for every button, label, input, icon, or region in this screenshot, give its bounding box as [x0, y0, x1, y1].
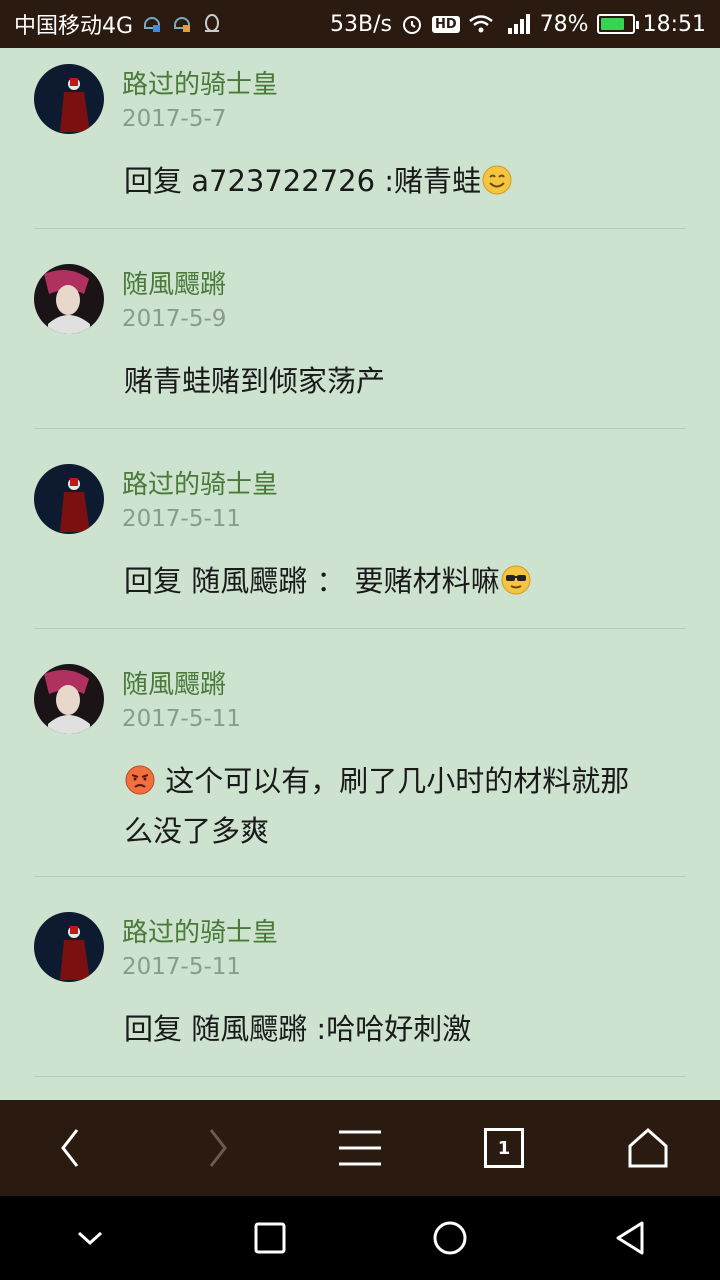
system-back-button[interactable]: [590, 1198, 670, 1278]
comment-text: 赌青蛙赌到倾家荡产: [124, 356, 694, 406]
divider: [34, 876, 686, 877]
comment-username[interactable]: 随風飃蹡: [122, 264, 226, 301]
divider: [34, 1076, 686, 1077]
comment-text-content: 这个可以有，刷了几小时的材料就那: [165, 764, 630, 798]
comment-text-line: 么没了多爽: [124, 814, 270, 848]
battery-icon: [596, 14, 639, 34]
tabs-button[interactable]: 1: [464, 1108, 544, 1188]
comment-text-content: 回复 随風飃蹡 ： 要赌材料嘛: [124, 564, 500, 598]
status-bar-left: 中国移动4G: [14, 8, 223, 40]
knight-avatar[interactable]: [34, 912, 104, 982]
home-button[interactable]: [608, 1108, 688, 1188]
menu-button[interactable]: [320, 1108, 400, 1188]
comment-date: 2017-5-11: [122, 506, 242, 532]
system-nav-bar: [0, 1196, 720, 1280]
forward-button[interactable]: [176, 1108, 256, 1188]
system-home-button[interactable]: [410, 1198, 490, 1278]
comment-text: 回复 随風飃蹡 :哈哈好刺激: [124, 1004, 694, 1054]
sunglasses-emoji-icon: [501, 565, 531, 595]
comment-text-content: 赌青蛙赌到倾家荡产: [124, 364, 386, 398]
divider: [34, 228, 686, 229]
comment-username[interactable]: 路过的骑士皇: [122, 464, 278, 501]
angry-emoji-icon: [125, 765, 155, 795]
comment-username[interactable]: 随風飃蹡: [122, 664, 226, 701]
home-icon: [628, 1127, 668, 1168]
knight-avatar[interactable]: [34, 64, 104, 134]
recents-button[interactable]: [230, 1198, 310, 1278]
notification-icon: [141, 13, 163, 35]
menu-icon: [339, 1130, 381, 1166]
back-triangle-icon: [616, 1221, 644, 1255]
notification-icon: [171, 13, 193, 35]
status-bar-right: 53B/s HD 78% 18:51: [330, 12, 706, 37]
comment-username[interactable]: 路过的骑士皇: [122, 912, 278, 949]
home-circle-icon: [433, 1221, 467, 1255]
status-bar: 中国移动4G 53B/s HD 78% 18:51: [0, 0, 720, 48]
comment-date: 2017-5-7: [122, 106, 227, 132]
comment-date: 2017-5-11: [122, 706, 242, 732]
signal-icon: [502, 13, 532, 35]
clock: 18:51: [642, 11, 706, 37]
divider: [34, 628, 686, 629]
comment-date: 2017-5-11: [122, 954, 242, 980]
knight-avatar[interactable]: [34, 464, 104, 534]
comment-text: 回复 a723722726 :赌青蛙: [124, 156, 694, 206]
recents-icon: [254, 1222, 286, 1254]
redhair-avatar[interactable]: [34, 264, 104, 334]
wifi-icon: [468, 13, 494, 35]
comment-text: 这个可以有，刷了几小时的材料就那 么没了多爽: [124, 756, 694, 856]
divider: [34, 428, 686, 429]
hd-icon: HD: [432, 15, 460, 33]
collapse-icon: [77, 1231, 103, 1246]
comment-list[interactable]: 路过的骑士皇 2017-5-7 回复 a723722726 :赌青蛙 随風飃蹡 …: [0, 48, 720, 1100]
carrier-label: 中国移动4G: [14, 14, 134, 39]
tabs-icon: 1: [484, 1128, 524, 1168]
battery-percent: 78%: [539, 11, 589, 37]
alarm-icon: [400, 12, 424, 36]
comment-date: 2017-5-9: [122, 306, 227, 332]
back-button[interactable]: [32, 1108, 112, 1188]
comment-username[interactable]: 路过的骑士皇: [122, 64, 278, 101]
qq-icon: [201, 13, 223, 35]
redhair-avatar[interactable]: [34, 664, 104, 734]
comment-text-line: 这个可以有，刷了几小时的材料就那: [124, 756, 694, 806]
comment-text: 回复 随風飃蹡 ： 要赌材料嘛: [124, 556, 694, 606]
smile-emoji-icon: [482, 165, 512, 195]
forward-icon: [209, 1129, 227, 1167]
comment-text-content: 回复 随風飃蹡 :哈哈好刺激: [124, 1012, 472, 1046]
browser-toolbar: 1: [0, 1100, 720, 1196]
network-speed: 53B/s: [330, 11, 393, 37]
comment-text-content: 回复 a723722726 :赌青蛙: [124, 164, 482, 198]
back-icon: [61, 1129, 79, 1167]
collapse-button[interactable]: [50, 1198, 130, 1278]
